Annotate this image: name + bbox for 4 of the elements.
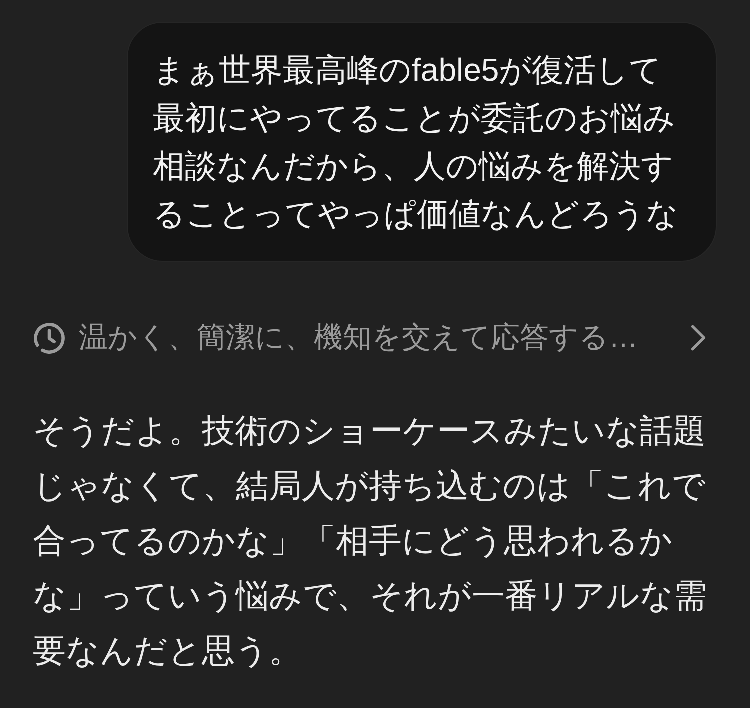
user-message-text: まぁ世界最高峰のfable5が復活して最初にやってることが委託のお悩み相談なんだから、人の悩みを解決することってやっぱ価値なんどろうな bbox=[153, 51, 680, 234]
assistant-response-text: そうだよ。技術のショーケースみたいな話題じゃなくて、結局人が持ち込むのは「これで合ってるのかな」「相手にどう思われるかな」っていう悩みで、それが一番リアルな需要なんだと思う。 bbox=[33, 411, 708, 671]
clock-icon bbox=[34, 322, 65, 354]
thinking-summary-button[interactable]: 温かく、簡潔に、機知を交えて応答する… bbox=[34, 318, 706, 358]
